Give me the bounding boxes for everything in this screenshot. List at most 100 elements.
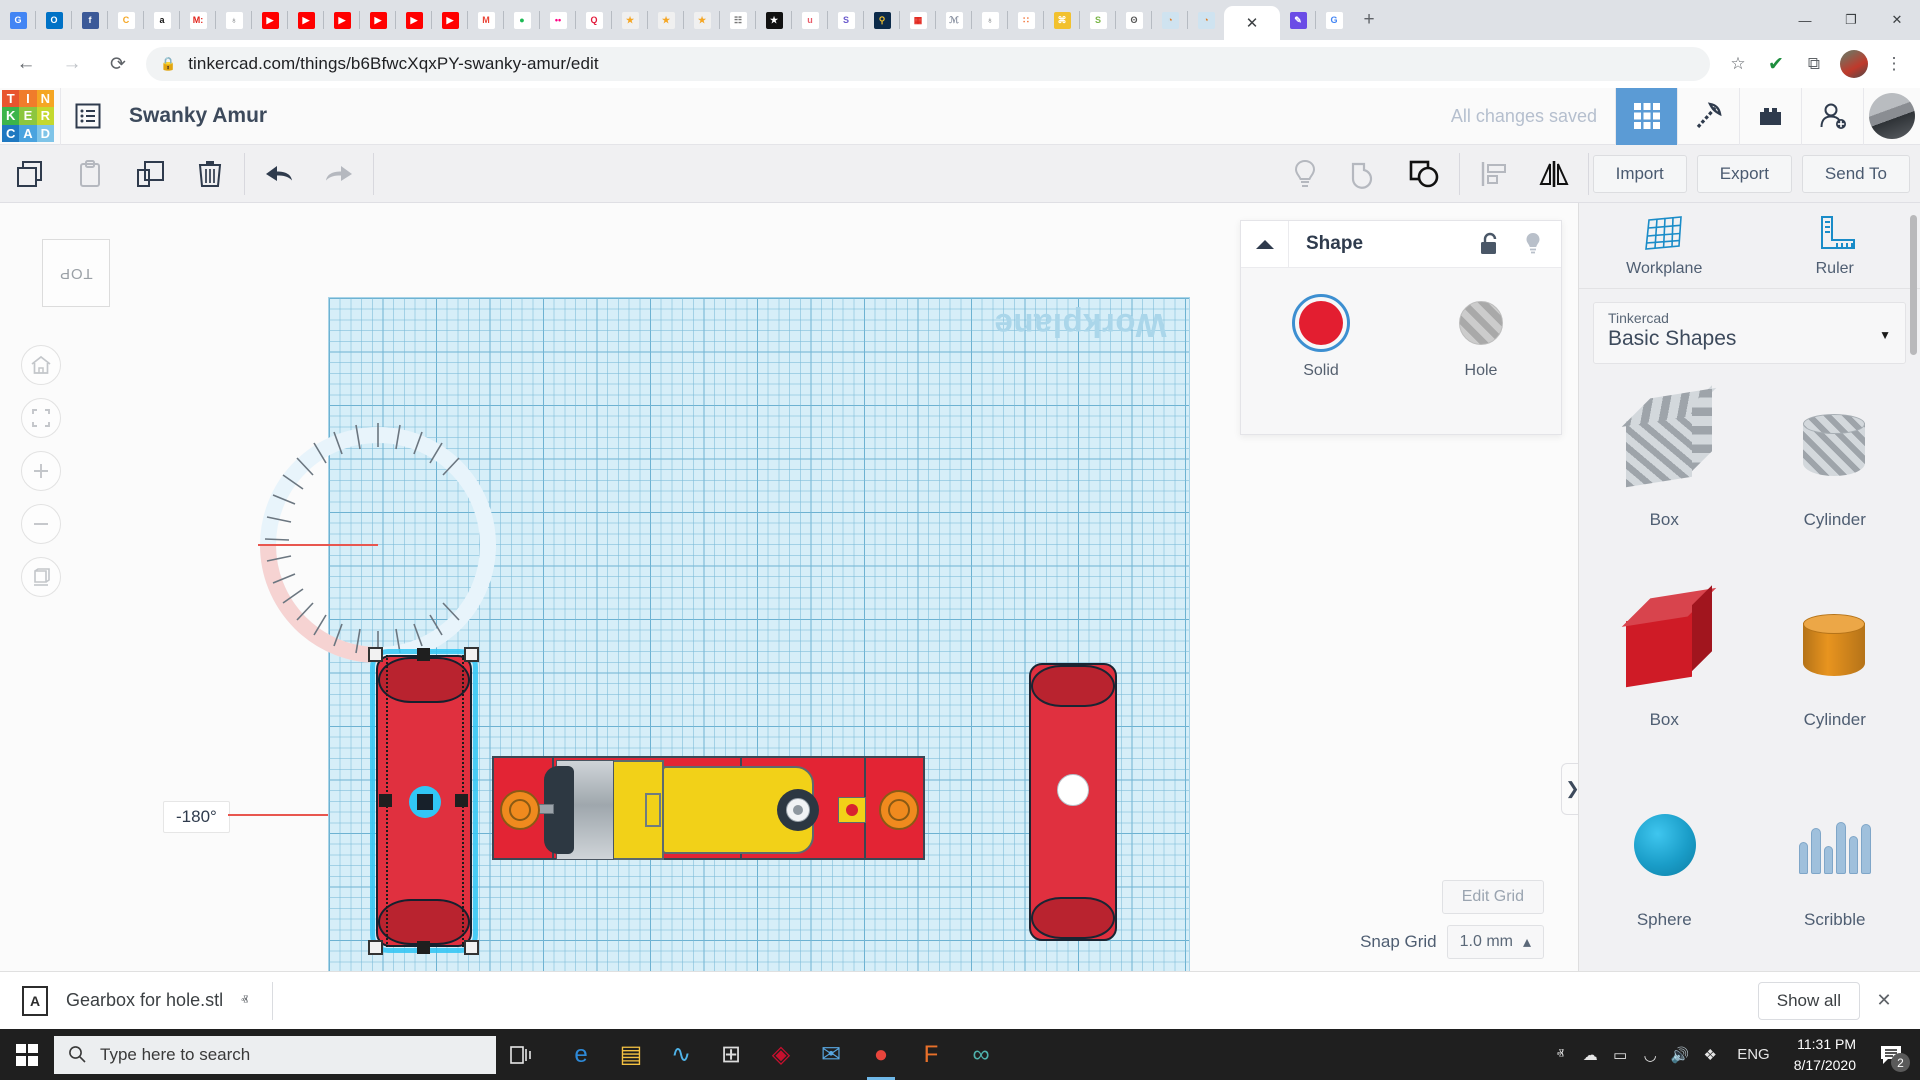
delete-button[interactable] — [180, 145, 240, 203]
pinned-tab-mathletics[interactable]: M: — [180, 0, 216, 40]
taskbar-chrome[interactable]: ● — [856, 1029, 906, 1080]
tray-wifi-icon[interactable]: ◡ — [1637, 1029, 1663, 1080]
import-button[interactable]: Import — [1593, 155, 1687, 193]
resize-handle-right[interactable] — [455, 794, 468, 807]
red-bar-object[interactable] — [1029, 663, 1117, 941]
align-button[interactable] — [1464, 145, 1524, 203]
note-button[interactable] — [1275, 145, 1335, 203]
pinned-tab-youtube-2[interactable]: ▶ — [288, 0, 324, 40]
extension-puzzle-icon[interactable]: ⧉ — [1796, 46, 1832, 82]
pinned-tab-gmail[interactable]: M — [468, 0, 504, 40]
duplicate-button[interactable] — [120, 145, 180, 203]
send-to-button[interactable]: Send To — [1802, 155, 1910, 193]
close-tab-icon[interactable]: ✕ — [1246, 16, 1259, 31]
taskbar-file-explorer[interactable]: ▤ — [606, 1029, 656, 1080]
taskbar-mail[interactable]: ✉ — [806, 1029, 856, 1080]
home-view-button[interactable] — [21, 345, 61, 385]
tinkercad-logo[interactable]: TINKERCAD — [2, 90, 54, 142]
sidebar-scrollbar[interactable] — [1910, 215, 1917, 355]
ruler-tool[interactable]: Ruler — [1750, 203, 1920, 288]
shape-sphere[interactable]: Sphere — [1579, 780, 1750, 940]
pinned-tab-quizizz[interactable]: Q — [576, 0, 612, 40]
page-title[interactable]: Swanky Amur — [129, 104, 267, 128]
tray-volume-icon[interactable]: 🔊 — [1667, 1029, 1693, 1080]
pinned-tab-youtube-6[interactable]: ▶ — [432, 0, 468, 40]
pinned-tab-scratch[interactable]: S — [828, 0, 864, 40]
download-menu-caret-icon[interactable]: ⱏ — [241, 992, 248, 1009]
pinned-tab-mathseeds[interactable]: ℳ — [936, 0, 972, 40]
header-tool-minecraft[interactable] — [1677, 88, 1739, 145]
edit-grid-button[interactable]: Edit Grid — [1442, 880, 1544, 914]
pinned-tab-globe-site[interactable]: ♁ — [216, 0, 252, 40]
pinned-tab-unity[interactable]: u — [792, 0, 828, 40]
group-button[interactable] — [1335, 145, 1395, 203]
visibility-toggle-button[interactable] — [1511, 221, 1555, 268]
search-input[interactable]: Type here to search — [54, 1036, 496, 1074]
resize-handle-bottom[interactable] — [417, 941, 430, 954]
minimize-button[interactable]: — — [1782, 0, 1828, 40]
pinned-tab-facebook[interactable]: f — [72, 0, 108, 40]
solid-option[interactable]: Solid — [1241, 294, 1401, 380]
shape-cylinder-hole[interactable]: Cylinder — [1750, 380, 1920, 580]
pinned-tab-stemia[interactable]: S — [1080, 0, 1116, 40]
pinned-tab-epic-books[interactable]: ☷ — [720, 0, 756, 40]
gearbox-model[interactable] — [492, 756, 925, 860]
paste-button[interactable] — [60, 145, 120, 203]
fit-all-button[interactable] — [21, 398, 61, 438]
pinned-tab-flickr[interactable]: •• — [540, 0, 576, 40]
pinned-tab-inspect-tab[interactable]: ✎ — [1280, 0, 1316, 40]
pinned-tab-tinkercad-tab-1[interactable]: ◔ — [1152, 0, 1188, 40]
forward-icon[interactable]: → — [52, 44, 92, 84]
redo-button[interactable] — [309, 145, 369, 203]
mirror-button[interactable] — [1524, 145, 1584, 203]
language-indicator[interactable]: ENG — [1727, 1046, 1780, 1063]
header-tool-blocks[interactable] — [1739, 88, 1801, 145]
pinned-tab-idea-1[interactable]: ★ — [612, 0, 648, 40]
lock-toggle-button[interactable] — [1467, 221, 1511, 268]
pinned-tab-yellow-map[interactable]: ⌘ — [1044, 0, 1080, 40]
view-cube[interactable]: TOP — [42, 239, 110, 307]
new-tab-button[interactable]: + — [1352, 0, 1386, 40]
notification-center-button[interactable]: 2 — [1870, 1029, 1912, 1080]
pinned-tab-code-org[interactable]: C — [108, 0, 144, 40]
rotation-protractor[interactable] — [244, 411, 512, 679]
url-input[interactable]: 🔒 tinkercad.com/things/b6BfwcXqxPY-swank… — [146, 47, 1710, 81]
pinned-tab-spotify[interactable]: ● — [504, 0, 540, 40]
pinned-tab-dots-orange[interactable]: ∷ — [1008, 0, 1044, 40]
clock[interactable]: 11:31 PM8/17/2020 — [1784, 1034, 1866, 1075]
expand-panel-arrow[interactable]: ❯ — [1561, 763, 1578, 815]
profile-avatar[interactable] — [1840, 50, 1868, 78]
pinned-tab-idea-3[interactable]: ★ — [684, 0, 720, 40]
active-tab[interactable]: ✕ — [1224, 6, 1280, 40]
shape-cylinder-orange[interactable]: Cylinder — [1750, 580, 1920, 780]
taskbar-internet-shortcut[interactable]: ∿ — [656, 1029, 706, 1080]
selected-object[interactable] — [376, 655, 472, 947]
pinned-tab-star-black[interactable]: ★ — [756, 0, 792, 40]
show-all-downloads-button[interactable]: Show all — [1758, 982, 1860, 1020]
resize-handle-left[interactable] — [379, 794, 392, 807]
header-tool-invite[interactable] — [1801, 88, 1863, 145]
pinned-tab-globe-site-2[interactable]: ♁ — [972, 0, 1008, 40]
move-handle[interactable] — [409, 786, 441, 818]
shape-box-red[interactable]: Box — [1579, 580, 1750, 780]
export-button[interactable]: Export — [1697, 155, 1792, 193]
pinned-tab-google-translate[interactable]: G — [0, 0, 36, 40]
browser-menu-icon[interactable]: ⋮ — [1876, 46, 1912, 82]
tray-battery-charging-icon[interactable]: ▭ — [1607, 1029, 1633, 1080]
pinned-tab-graduation[interactable]: ⚲ — [864, 0, 900, 40]
pinned-tab-google-tab[interactable]: G — [1316, 0, 1352, 40]
maximize-button[interactable]: ❐ — [1828, 0, 1874, 40]
back-icon[interactable]: ← — [6, 44, 46, 84]
close-window-button[interactable]: ✕ — [1874, 0, 1920, 40]
taskbar-microsoft-store[interactable]: ⊞ — [706, 1029, 756, 1080]
extension-check-icon[interactable]: ✔ — [1758, 46, 1794, 82]
pinned-tab-youtube-3[interactable]: ▶ — [324, 0, 360, 40]
pinned-tab-youtube-5[interactable]: ▶ — [396, 0, 432, 40]
resize-handle-bl[interactable] — [368, 940, 383, 955]
taskbar-foxit-reader[interactable]: F — [906, 1029, 956, 1080]
pinned-tab-amazon[interactable]: a — [144, 0, 180, 40]
pinned-tab-ozobot[interactable]: ʘ — [1116, 0, 1152, 40]
zoom-in-button[interactable] — [21, 451, 61, 491]
pinned-tab-youtube-4[interactable]: ▶ — [360, 0, 396, 40]
copy-button[interactable] — [0, 145, 60, 203]
